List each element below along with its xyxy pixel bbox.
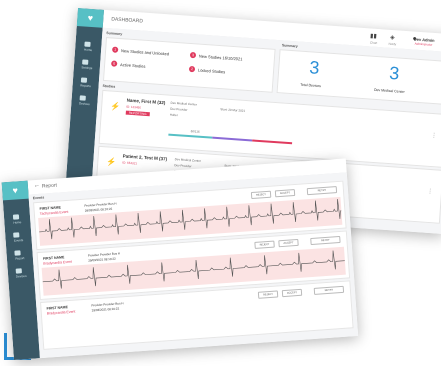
home-icon xyxy=(84,41,91,47)
todo-label: New Studies 16/10/2021 xyxy=(198,53,243,62)
gear-icon xyxy=(81,59,88,65)
bell-icon-label: Notify xyxy=(388,41,397,47)
viewer-main: Events FIRST NAME Tachycardia Event Prov… xyxy=(28,172,359,359)
accept-button[interactable]: ACCEPT xyxy=(274,188,296,198)
study-provider: Dev Provider xyxy=(174,163,192,169)
study-progress: 60/116 xyxy=(190,129,200,134)
nav-home[interactable]: Home xyxy=(12,206,22,225)
todo-label: Locked Studies xyxy=(197,67,226,74)
wifi-icon xyxy=(15,268,22,274)
stats-title: Summary xyxy=(281,43,298,49)
study-site: Dev Medical Center xyxy=(174,157,202,163)
user-role: Administrator xyxy=(414,41,433,47)
stat-label: Dev Medical Center xyxy=(373,87,405,94)
nav-settings[interactable]: Settings xyxy=(81,51,93,70)
todo-new-unlocked[interactable]: 1 New Studies and Unlocked xyxy=(111,46,170,56)
todo-new-dated[interactable]: 3 New Studies 16/10/2021 xyxy=(189,51,243,62)
todo-active[interactable]: 0 Active Studies xyxy=(111,60,146,68)
heart-logo-icon: ♥ xyxy=(1,180,29,201)
lightning-icon: ⚡ xyxy=(109,101,121,112)
nav-devices-label: Devices xyxy=(15,273,27,279)
nav-devices-label: Devices xyxy=(78,101,90,107)
event-time: 29/03/2021 08:10:22 xyxy=(84,206,113,213)
studies-title: Studies xyxy=(102,83,116,89)
todo-label: New Studies and Unlocked xyxy=(120,47,170,56)
report-icon xyxy=(14,250,22,256)
todo-title: Summary xyxy=(106,31,123,37)
retry-button[interactable]: RETRY xyxy=(306,186,338,196)
page-title: Report xyxy=(41,182,58,190)
todo-badge: 0 xyxy=(111,60,118,67)
back-arrow-icon[interactable]: ← xyxy=(34,183,40,189)
todo-label: Active Studies xyxy=(120,61,146,69)
breadcrumb: DASHBOARD xyxy=(111,16,144,25)
retry-button[interactable]: RETRY xyxy=(313,285,345,295)
gear-icon xyxy=(13,232,20,238)
todo-badge: 2 xyxy=(188,65,196,73)
event-time: 29/03/2021 08:10:22 xyxy=(88,256,116,263)
accept-button[interactable]: ACCEPT xyxy=(278,238,299,248)
stat-label: Total Devices xyxy=(300,82,322,89)
stat-value: 3 xyxy=(388,62,400,84)
study-provider: Dev Provider xyxy=(170,106,188,112)
retry-button[interactable]: RETRY xyxy=(310,235,341,246)
nav-events[interactable]: Events xyxy=(13,224,23,243)
event-time: 29/03/2021 08:10:22 xyxy=(91,306,120,313)
study-status-badge: REPORTING xyxy=(125,110,150,117)
report-icon xyxy=(80,77,87,83)
nav-reports[interactable]: Reports xyxy=(80,69,92,88)
stats-panel: 3 Total Devices 3 Dev Medical Center xyxy=(276,49,441,106)
nav-devices[interactable]: Devices xyxy=(15,260,27,279)
lightning-icon: ⚡ xyxy=(106,157,117,168)
nav-devices[interactable]: Devices xyxy=(79,87,91,106)
nav-home[interactable]: Home xyxy=(84,34,93,52)
study-start: Start: 29 Mar 2021 xyxy=(220,107,246,113)
patient-id: ID: 654321 xyxy=(122,160,138,166)
more-options-icon[interactable]: ⋮ xyxy=(427,188,433,195)
todo-badge: 3 xyxy=(189,51,197,59)
section-title: Events xyxy=(32,195,45,201)
study-site: Dev Medical Center xyxy=(170,100,198,107)
reject-button[interactable]: REJECT xyxy=(257,290,279,299)
todo-badge: 1 xyxy=(111,46,119,53)
home-icon xyxy=(12,214,20,220)
patient-id: ID: 123456 xyxy=(126,104,142,110)
todo-locked[interactable]: 2 Locked Studies xyxy=(188,65,226,75)
reject-button[interactable]: REJECT xyxy=(250,190,272,200)
reject-button[interactable]: REJECT xyxy=(254,240,275,249)
chart-icon-label: Chart xyxy=(369,40,378,45)
more-options-icon[interactable]: ⋮ xyxy=(431,132,437,139)
event-type: Bradycardia Event xyxy=(43,259,73,266)
stat-value: 3 xyxy=(308,57,321,78)
chart-icon[interactable]: ▮▮ xyxy=(370,32,377,39)
progress-bar-1 xyxy=(168,133,213,139)
todo-panel: 1 New Studies and Unlocked 0 Active Studie… xyxy=(102,37,276,93)
device-icon xyxy=(79,95,86,101)
study-type: Holter xyxy=(169,112,178,118)
progress-bar-3 xyxy=(252,139,293,145)
heart-logo-icon: ♥ xyxy=(76,8,104,28)
event-type: Tachycardia Event xyxy=(39,209,69,216)
accept-button[interactable]: ACCEPT xyxy=(281,288,303,298)
ecg-viewer-screen: ♥ Home Events Report Devices ← Report Ev… xyxy=(1,158,359,360)
nav-report[interactable]: Report xyxy=(14,242,25,261)
event-type: Bradycardia Event xyxy=(46,309,76,316)
bell-icon[interactable]: ◈ xyxy=(390,34,395,41)
progress-bar-2 xyxy=(212,136,253,142)
